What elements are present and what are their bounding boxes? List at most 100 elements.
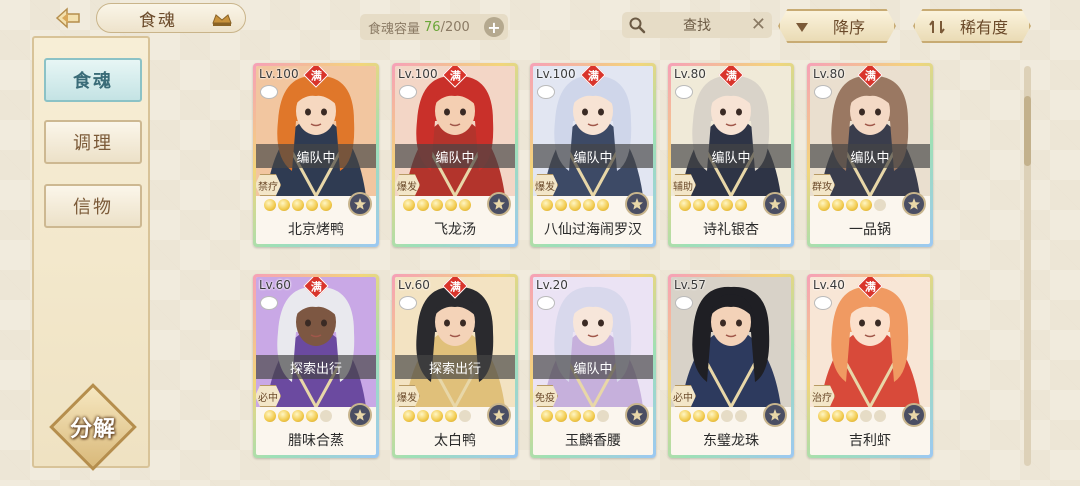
card-name: 太白鸭 bbox=[434, 433, 476, 449]
max-badge-text: 满 bbox=[864, 69, 876, 82]
role-tag: 治疗 bbox=[810, 385, 835, 407]
scrollbar-thumb[interactable] bbox=[1024, 96, 1031, 166]
card-name: 诗礼银杏 bbox=[703, 222, 759, 238]
star-icon bbox=[860, 199, 872, 211]
sidebar: 食魂 调理 信物 分解 bbox=[32, 36, 150, 471]
star-icon bbox=[320, 410, 332, 422]
star-seal-icon bbox=[487, 403, 511, 427]
star-icon bbox=[583, 199, 595, 211]
chef-hat-icon bbox=[212, 14, 232, 26]
card-level: Lv.40 bbox=[813, 278, 845, 292]
food-soul-card[interactable]: Lv.80 满编队中 辅助 诗礼银杏 bbox=[668, 63, 794, 247]
add-capacity-button[interactable]: + bbox=[484, 17, 504, 37]
star-icon bbox=[306, 199, 318, 211]
star-icon bbox=[874, 410, 886, 422]
star-icon bbox=[292, 199, 304, 211]
star-seal-icon bbox=[348, 403, 372, 427]
grid-scrollbar[interactable] bbox=[1024, 66, 1031, 466]
star-icon bbox=[459, 410, 471, 422]
food-soul-card[interactable]: Lv.57 必中 东璧龙珠 bbox=[668, 274, 794, 458]
tab-prepare[interactable]: 调理 bbox=[44, 120, 142, 164]
clear-icon[interactable]: ✕ bbox=[751, 14, 766, 35]
back-arrow-icon bbox=[55, 7, 80, 29]
search-label: 查找 bbox=[683, 18, 711, 34]
sort-down-icon bbox=[796, 23, 808, 32]
star-rating bbox=[679, 199, 747, 211]
bowl-icon bbox=[260, 296, 278, 310]
food-soul-card[interactable]: Lv.60 满探索出行 必中 腊味合蒸 bbox=[253, 274, 379, 458]
star-icon bbox=[583, 410, 595, 422]
star-icon bbox=[679, 410, 691, 422]
star-icon bbox=[569, 199, 581, 211]
tab-label: 信物 bbox=[73, 197, 113, 218]
back-button[interactable] bbox=[48, 4, 88, 32]
star-icon bbox=[679, 199, 691, 211]
sort-order-button[interactable]: 降序 bbox=[778, 9, 896, 43]
food-soul-card[interactable]: Lv.40 满治疗吉利虾 bbox=[807, 274, 933, 458]
star-icon bbox=[721, 199, 733, 211]
star-seal-icon bbox=[625, 403, 649, 427]
card-name: 东璧龙珠 bbox=[703, 433, 759, 449]
star-icon bbox=[832, 199, 844, 211]
card-level: Lv.100 bbox=[259, 67, 299, 81]
star-icon bbox=[403, 410, 415, 422]
food-soul-card[interactable]: Lv.20 编队中 免疫 玉麟香腰 bbox=[530, 274, 656, 458]
star-icon bbox=[555, 199, 567, 211]
search-input[interactable]: 查找 ✕ bbox=[622, 12, 772, 38]
food-soul-card[interactable]: Lv.100 满编队中 爆发 八仙过海闹罗汉 bbox=[530, 63, 656, 247]
role-tag: 免疫 bbox=[533, 385, 558, 407]
page-title-pill: 食魂 bbox=[96, 3, 246, 33]
star-icon bbox=[693, 199, 705, 211]
star-icon bbox=[832, 410, 844, 422]
card-body: Lv.20 编队中 免疫 玉麟香腰 bbox=[533, 277, 653, 455]
star-icon bbox=[292, 410, 304, 422]
card-status: 编队中 bbox=[671, 144, 791, 168]
food-soul-card[interactable]: Lv.100 满编队中 爆发 飞龙汤 bbox=[392, 63, 518, 247]
star-icon bbox=[445, 410, 457, 422]
star-seal-icon bbox=[763, 192, 787, 216]
card-level: Lv.100 bbox=[536, 67, 576, 81]
max-badge-text: 满 bbox=[587, 69, 599, 82]
role-tag: 必中 bbox=[256, 385, 281, 407]
decompose-button[interactable]: 分解 bbox=[48, 382, 138, 472]
bowl-icon bbox=[399, 85, 417, 99]
tab-token[interactable]: 信物 bbox=[44, 184, 142, 228]
role-tag: 辅助 bbox=[671, 174, 696, 196]
star-icon bbox=[707, 410, 719, 422]
bowl-icon bbox=[814, 85, 832, 99]
max-badge-text: 满 bbox=[864, 280, 876, 293]
star-icon bbox=[417, 199, 429, 211]
card-body: Lv.100 满编队中 禁疗 北京烤鸭 bbox=[256, 66, 376, 244]
search-icon bbox=[629, 17, 646, 34]
max-badge-text: 满 bbox=[310, 69, 322, 82]
star-icon bbox=[403, 199, 415, 211]
star-icon bbox=[735, 410, 747, 422]
food-soul-card[interactable]: Lv.80 满编队中 群攻 一品锅 bbox=[807, 63, 933, 247]
star-icon bbox=[846, 199, 858, 211]
star-icon bbox=[541, 410, 553, 422]
card-body: Lv.100 满编队中 爆发 八仙过海闹罗汉 bbox=[533, 66, 653, 244]
bowl-icon bbox=[537, 85, 555, 99]
sort-key-button[interactable]: 稀有度 bbox=[913, 9, 1031, 43]
food-soul-card[interactable]: Lv.100 满编队中 禁疗 北京烤鸭 bbox=[253, 63, 379, 247]
star-rating bbox=[541, 410, 609, 422]
card-body: Lv.60 满探索出行 必中 腊味合蒸 bbox=[256, 277, 376, 455]
star-rating bbox=[679, 410, 747, 422]
star-icon bbox=[278, 199, 290, 211]
tab-food-soul[interactable]: 食魂 bbox=[44, 58, 142, 102]
card-name: 吉利虾 bbox=[849, 433, 891, 449]
star-seal-icon bbox=[902, 403, 926, 427]
star-icon bbox=[555, 410, 567, 422]
role-tag: 禁疗 bbox=[256, 174, 281, 196]
card-level: Lv.60 bbox=[259, 278, 291, 292]
card-status: 编队中 bbox=[395, 144, 515, 168]
star-rating bbox=[264, 410, 332, 422]
food-soul-card[interactable]: Lv.60 满探索出行 爆发 太白鸭 bbox=[392, 274, 518, 458]
card-status: 探索出行 bbox=[395, 355, 515, 379]
card-level: Lv.80 bbox=[813, 67, 845, 81]
page-title: 食魂 bbox=[139, 10, 177, 31]
card-status: 探索出行 bbox=[256, 355, 376, 379]
star-icon bbox=[264, 410, 276, 422]
star-icon bbox=[459, 199, 471, 211]
card-name: 玉麟香腰 bbox=[565, 433, 621, 449]
